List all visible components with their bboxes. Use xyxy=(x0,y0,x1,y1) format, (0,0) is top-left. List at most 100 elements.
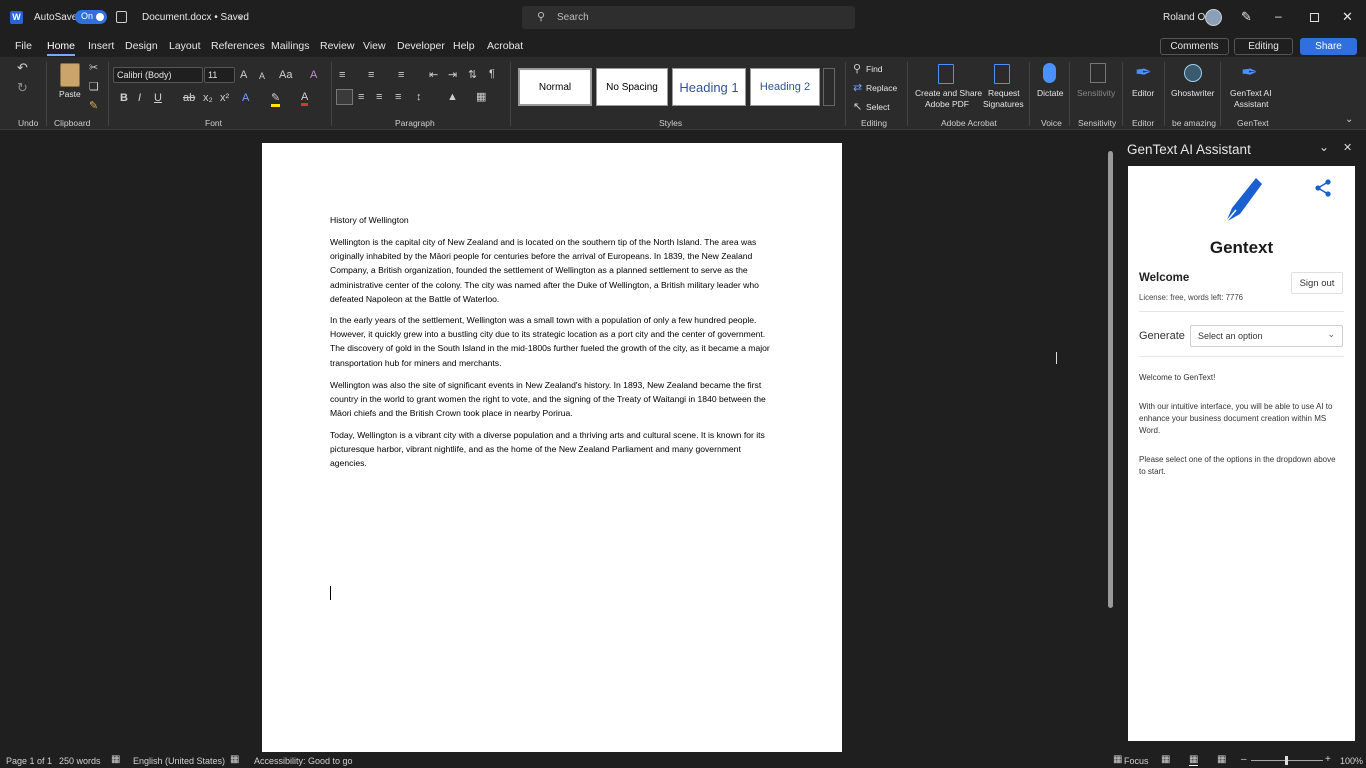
ribbon-collapse-icon[interactable]: ⌄ xyxy=(1345,114,1353,126)
redo-icon[interactable]: ↻ xyxy=(17,81,28,94)
read-mode-icon[interactable]: ▦ xyxy=(1161,754,1170,765)
menu-view[interactable]: View xyxy=(363,40,386,52)
menu-mailings[interactable]: Mailings xyxy=(271,40,310,52)
editing-mode-button[interactable]: Editing xyxy=(1234,38,1293,55)
menu-developer[interactable]: Developer xyxy=(397,40,445,52)
highlight-icon[interactable]: ✎ xyxy=(271,92,281,107)
bold-icon[interactable]: B xyxy=(120,92,128,104)
track-changes-icon[interactable]: ▦ xyxy=(230,754,239,765)
dictate-label[interactable]: Dictate xyxy=(1037,88,1063,99)
search-box[interactable]: ⚲ Search xyxy=(522,6,855,29)
chevron-down-icon[interactable]: ⌄ xyxy=(237,11,245,22)
create-pdf-label-2[interactable]: Adobe PDF xyxy=(925,99,969,110)
vertical-scrollbar[interactable] xyxy=(1106,143,1114,750)
user-name[interactable]: Roland O xyxy=(1163,12,1205,23)
gentext-label-2[interactable]: Assistant xyxy=(1234,99,1269,110)
clear-formatting-icon[interactable]: A xyxy=(310,69,317,81)
find-icon[interactable]: ⚲ xyxy=(853,63,861,75)
restore-icon[interactable] xyxy=(1310,13,1319,22)
focus-mode-label[interactable]: Focus xyxy=(1124,756,1149,766)
menu-file[interactable]: File xyxy=(15,40,32,52)
create-pdf-icon[interactable] xyxy=(938,64,954,84)
document-page[interactable]: History of Wellington Wellington is the … xyxy=(262,143,842,752)
style-heading-1[interactable]: Heading 1 xyxy=(672,68,746,106)
editor-label[interactable]: Editor xyxy=(1132,88,1154,99)
superscript-icon[interactable]: x² xyxy=(220,92,229,104)
share-button[interactable]: Share xyxy=(1300,38,1357,55)
replace-label[interactable]: Replace xyxy=(866,83,897,94)
microphone-icon[interactable] xyxy=(1043,63,1056,83)
doc-title[interactable]: History of Wellington xyxy=(330,213,775,227)
strikethrough-icon[interactable]: ab xyxy=(183,92,195,104)
request-signatures-icon[interactable] xyxy=(994,64,1010,84)
menu-design[interactable]: Design xyxy=(125,40,158,52)
undo-icon[interactable]: ↶ xyxy=(17,61,28,74)
pen-icon[interactable]: ✎ xyxy=(1241,9,1252,25)
pane-close-icon[interactable]: ✕ xyxy=(1343,141,1352,154)
sign-out-button[interactable]: Sign out xyxy=(1291,272,1343,294)
ghostwriter-icon[interactable] xyxy=(1184,64,1202,82)
zoom-in-icon[interactable]: + xyxy=(1325,754,1331,765)
style-normal[interactable]: Normal xyxy=(518,68,592,106)
save-icon[interactable] xyxy=(116,11,127,23)
bullets-icon[interactable]: ≡ xyxy=(339,69,345,81)
justify-icon[interactable]: ≡ xyxy=(395,91,401,103)
underline-icon[interactable]: U xyxy=(154,92,162,104)
print-layout-icon[interactable]: ▦ xyxy=(1189,754,1199,766)
shading-icon[interactable]: ▲ xyxy=(447,91,458,103)
multilevel-list-icon[interactable]: ≡ xyxy=(398,69,404,81)
align-center-icon[interactable]: ≡ xyxy=(358,91,364,103)
close-icon[interactable]: ✕ xyxy=(1342,9,1353,25)
zoom-level[interactable]: 100% xyxy=(1340,756,1363,766)
format-painter-icon[interactable]: ✎ xyxy=(89,100,98,112)
select-icon[interactable]: ↖ xyxy=(853,101,862,113)
doc-paragraph-4[interactable]: Today, Wellington is a vibrant city with… xyxy=(330,428,775,471)
borders-icon[interactable]: ▦ xyxy=(476,91,486,103)
proofing-icon[interactable]: ▦ xyxy=(111,754,120,765)
font-color-icon[interactable]: A xyxy=(301,91,309,106)
editor-pen-icon[interactable]: ✒ xyxy=(1135,62,1152,84)
minimize-icon[interactable]: – xyxy=(1275,9,1282,23)
text-effects-icon[interactable]: A xyxy=(242,92,249,104)
align-right-icon[interactable]: ≡ xyxy=(376,91,382,103)
gentext-label-1[interactable]: GenText AI xyxy=(1230,88,1272,99)
show-formatting-icon[interactable]: ¶ xyxy=(489,68,495,80)
subscript-icon[interactable]: x₂ xyxy=(203,92,213,104)
scrollbar-thumb[interactable] xyxy=(1108,151,1113,608)
language-indicator[interactable]: English (United States) xyxy=(133,756,225,766)
decrease-indent-icon[interactable]: ⇤ xyxy=(429,69,438,81)
styles-scroll[interactable] xyxy=(823,68,835,106)
font-size-select[interactable]: 11 xyxy=(204,67,235,83)
request-signatures-label-2[interactable]: Signatures xyxy=(983,99,1024,110)
align-left-icon[interactable] xyxy=(336,89,353,105)
select-label[interactable]: Select xyxy=(866,102,890,113)
zoom-slider-thumb[interactable] xyxy=(1285,756,1288,765)
paste-icon[interactable] xyxy=(60,63,80,87)
menu-review[interactable]: Review xyxy=(320,40,354,52)
menu-layout[interactable]: Layout xyxy=(169,40,201,52)
share-icon[interactable] xyxy=(1314,179,1332,197)
style-no-spacing[interactable]: No Spacing xyxy=(596,68,668,106)
replace-icon[interactable]: ⇄ xyxy=(853,82,862,94)
menu-help[interactable]: Help xyxy=(453,40,475,52)
grow-font-icon[interactable]: A xyxy=(240,69,247,81)
copy-icon[interactable]: ❏ xyxy=(89,81,99,93)
change-case-icon[interactable]: Aa xyxy=(279,69,292,81)
doc-paragraph-3[interactable]: Wellington was also the site of signific… xyxy=(330,378,775,421)
menu-acrobat[interactable]: Acrobat xyxy=(487,40,523,52)
menu-home[interactable]: Home xyxy=(47,40,76,56)
line-spacing-icon[interactable]: ↕ xyxy=(416,91,422,103)
italic-icon[interactable]: I xyxy=(138,92,141,104)
comments-button[interactable]: Comments xyxy=(1160,38,1229,55)
request-signatures-label-1[interactable]: Request xyxy=(988,88,1020,99)
ghostwriter-label[interactable]: Ghostwriter xyxy=(1171,88,1214,99)
numbering-icon[interactable]: ≡ xyxy=(368,69,374,81)
web-layout-icon[interactable]: ▦ xyxy=(1217,754,1226,765)
page-count[interactable]: Page 1 of 1 xyxy=(6,756,52,766)
paste-button-label[interactable]: Paste xyxy=(59,89,81,100)
word-count[interactable]: 250 words xyxy=(59,756,101,766)
doc-paragraph-2[interactable]: In the early years of the settlement, We… xyxy=(330,313,775,370)
style-heading-2[interactable]: Heading 2 xyxy=(750,68,820,106)
create-pdf-label-1[interactable]: Create and Share xyxy=(915,88,982,99)
doc-paragraph-1[interactable]: Wellington is the capital city of New Ze… xyxy=(330,235,775,306)
